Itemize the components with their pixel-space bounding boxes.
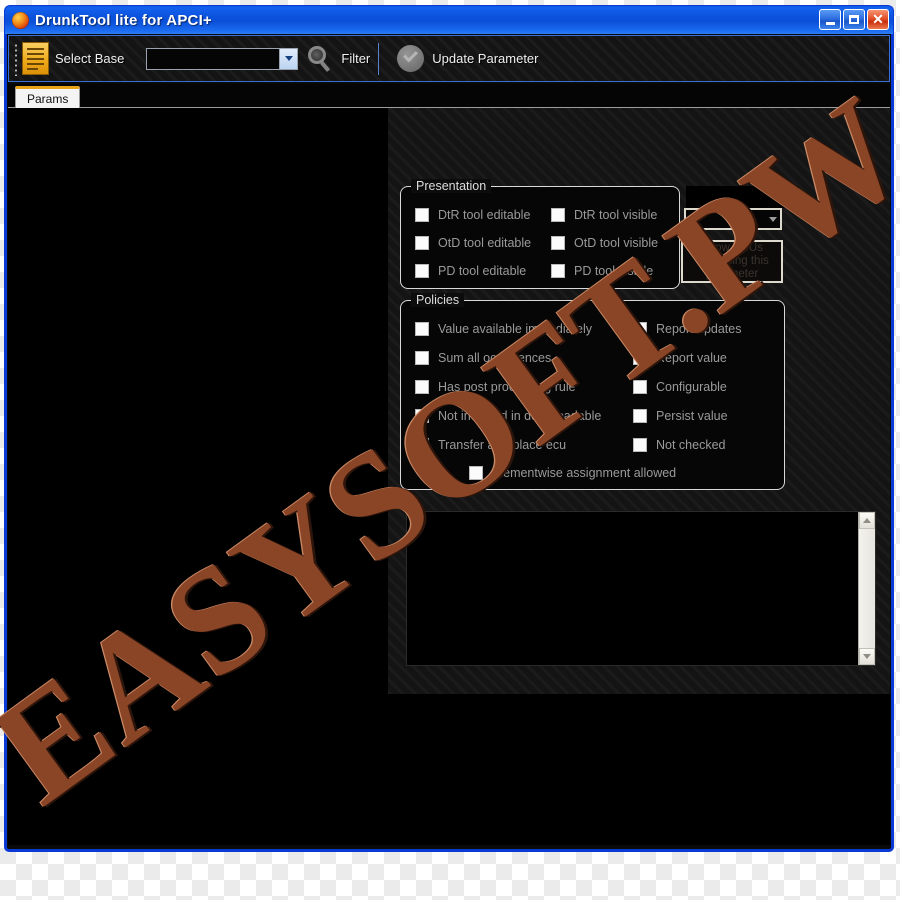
maximize-button[interactable] xyxy=(843,9,865,30)
minimize-icon xyxy=(825,21,835,25)
checkbox-label: Report updates xyxy=(656,322,742,336)
checkbox-box[interactable] xyxy=(633,438,647,452)
content-area: Presentation DtR tool editable OtD tool … xyxy=(8,108,890,845)
results-list-area[interactable] xyxy=(407,512,858,665)
checkbox-pd-tool-visible[interactable]: PD tool visible xyxy=(551,264,653,278)
checkbox-otd-tool-visible[interactable]: OtD tool visible xyxy=(551,236,658,250)
checkbox-box[interactable] xyxy=(469,466,483,480)
checkbox-label: Elementwise assignment allowed xyxy=(492,466,677,480)
checkbox-box[interactable] xyxy=(633,409,647,423)
checkbox-dtr-tool-editable[interactable]: DtR tool editable xyxy=(415,208,530,222)
checkbox-not-checked[interactable]: Not checked xyxy=(633,438,725,452)
close-icon: ✕ xyxy=(872,11,884,27)
checkbox-label: Configurable xyxy=(656,380,727,394)
chevron-down-icon[interactable] xyxy=(279,48,298,69)
chevron-down-icon[interactable] xyxy=(765,217,780,222)
filter-button-label[interactable]: Filter xyxy=(341,51,370,66)
application-window: DrunkTool lite for APCI+ ✕ Select Base F… xyxy=(4,5,894,852)
minimize-button[interactable] xyxy=(819,9,841,30)
results-listbox[interactable] xyxy=(406,511,876,666)
title-bar: DrunkTool lite for APCI+ ✕ xyxy=(4,5,894,34)
checkbox-label: Transfer at replace ecu xyxy=(438,438,567,452)
window-title: DrunkTool lite for APCI+ xyxy=(35,11,212,29)
checkbox-box[interactable] xyxy=(633,351,647,365)
close-button[interactable]: ✕ xyxy=(867,9,889,30)
checkbox-box[interactable] xyxy=(415,438,429,452)
magnifier-handle xyxy=(320,60,331,72)
scroll-down-button[interactable] xyxy=(859,648,875,665)
checkbox-report-value[interactable]: Report value xyxy=(633,351,727,365)
tab-params-label: Params xyxy=(27,91,69,106)
checkbox-label: Sum all occurrences xyxy=(438,351,552,365)
checkbox-dtr-tool-visible[interactable]: DtR tool visible xyxy=(551,208,657,222)
checkbox-value-available-immediately[interactable]: Value available immediately xyxy=(415,322,592,336)
toolbar-separator xyxy=(378,42,380,75)
update-parameter-label[interactable]: Update Parameter xyxy=(432,51,538,66)
presentation-groupbox: Presentation DtR tool editable OtD tool … xyxy=(400,179,680,289)
checkbox-box[interactable] xyxy=(551,236,565,250)
checkbox-label: Not checked xyxy=(656,438,726,452)
checkbox-configurable[interactable]: Configurable xyxy=(633,380,727,394)
magnifier-icon[interactable] xyxy=(308,45,334,72)
show-ecus-button-label: Show ECUs containing this parameter xyxy=(695,242,769,280)
select-base-combobox[interactable] xyxy=(146,47,299,70)
checkbox-label: OtD tool visible xyxy=(574,236,659,250)
document-icon[interactable] xyxy=(22,42,49,75)
checkbox-box[interactable] xyxy=(551,208,565,222)
maximize-icon xyxy=(849,15,859,24)
checkbox-label: Has post processing rule xyxy=(438,380,576,394)
checkbox-sum-all-occurrences[interactable]: Sum all occurrences xyxy=(415,351,551,365)
drunk-face-icon xyxy=(12,11,29,29)
checkbox-box[interactable] xyxy=(633,380,647,394)
tab-strip: Params xyxy=(8,84,890,108)
checkbox-otd-tool-editable[interactable]: OtD tool editable xyxy=(415,236,531,250)
checkbox-label: DtR tool visible xyxy=(574,208,658,222)
side-combobox[interactable] xyxy=(684,208,782,230)
checkbox-label: DtR tool editable xyxy=(438,208,531,222)
presentation-group-title: Presentation xyxy=(411,179,492,193)
checkbox-has-post-processing-rule[interactable]: Has post processing rule xyxy=(415,380,576,394)
checkbox-box[interactable] xyxy=(415,264,429,278)
magnifier-lens xyxy=(308,45,327,64)
checkbox-label: PD tool visible xyxy=(574,264,654,278)
checkbox-box[interactable] xyxy=(415,351,429,365)
check-circle-icon[interactable] xyxy=(397,45,425,72)
checkbox-label: Not included in downloadable xyxy=(438,409,602,423)
checkbox-elementwise-assignment-allowed[interactable]: Elementwise assignment allowed xyxy=(469,466,676,480)
show-ecus-button[interactable]: Show ECUs containing this parameter xyxy=(681,240,783,283)
checkbox-box[interactable] xyxy=(633,322,647,336)
checkbox-label: Persist value xyxy=(656,409,728,423)
checkbox-transfer-at-replace-ecu[interactable]: Transfer at replace ecu xyxy=(415,438,566,452)
checkbox-label: PD tool editable xyxy=(438,264,527,278)
side-black-bar xyxy=(686,186,799,208)
checkbox-box[interactable] xyxy=(551,264,565,278)
select-base-label[interactable]: Select Base xyxy=(55,51,124,66)
checkbox-persist-value[interactable]: Persist value xyxy=(633,409,728,423)
checkbox-box[interactable] xyxy=(415,208,429,222)
tab-params[interactable]: Params xyxy=(15,86,81,108)
checkbox-not-included-in-downloadable[interactable]: Not included in downloadable xyxy=(415,409,601,423)
main-toolbar: Select Base Filter Update Parameter xyxy=(8,35,890,82)
checkbox-box[interactable] xyxy=(415,380,429,394)
checkbox-box[interactable] xyxy=(415,236,429,250)
toolbar-grip-handle[interactable] xyxy=(13,41,19,76)
checkbox-label: Report value xyxy=(656,351,727,365)
checkbox-pd-tool-editable[interactable]: PD tool editable xyxy=(415,264,526,278)
policies-groupbox: Policies Value available immediately Sum… xyxy=(400,293,785,490)
vertical-scrollbar[interactable] xyxy=(858,512,875,665)
policies-group-title: Policies xyxy=(411,293,465,307)
chevron-up-icon xyxy=(863,518,871,523)
checkbox-box[interactable] xyxy=(415,322,429,336)
checkbox-label: OtD tool editable xyxy=(438,236,532,250)
window-controls: ✕ xyxy=(819,9,889,30)
chevron-down-icon xyxy=(863,654,871,659)
checkbox-report-updates[interactable]: Report updates xyxy=(633,322,741,336)
checkbox-label: Value available immediately xyxy=(438,322,593,336)
scroll-up-button[interactable] xyxy=(859,512,875,529)
checkbox-box[interactable] xyxy=(415,409,429,423)
